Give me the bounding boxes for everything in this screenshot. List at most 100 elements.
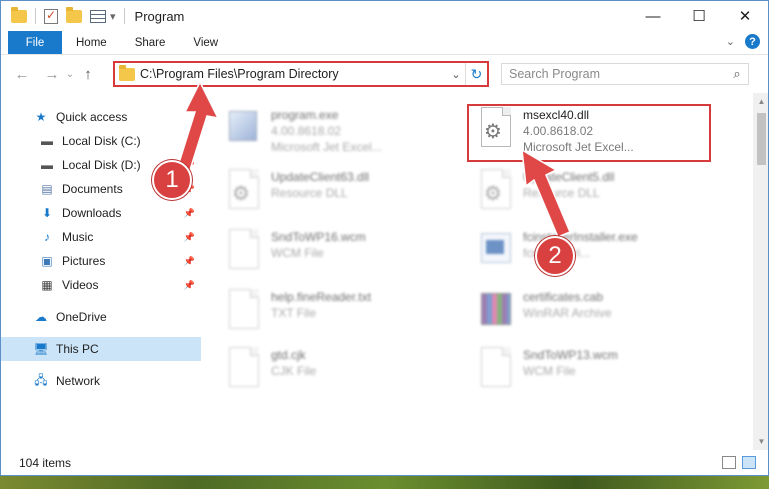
sidebar-item-pictures[interactable]: ▣ Pictures 📌 <box>1 249 201 273</box>
file-name: UpdateClient5.dll <box>523 170 615 184</box>
sidebar-item-network[interactable]: 🖧 Network <box>1 369 201 393</box>
refresh-icon[interactable]: ↻ <box>465 63 487 85</box>
expand-ribbon-icon[interactable]: ⌄ <box>726 35 735 48</box>
scroll-down-icon[interactable]: ▼ <box>753 437 768 446</box>
file-name: UpdateClient63.dll <box>271 170 370 184</box>
file-detail: Resource DLL <box>271 186 348 200</box>
network-icon: 🖧 <box>34 372 48 387</box>
navigation-pane: ★ Quick access ▬ Local Disk (C:) 📌 ▬ Loc… <box>1 93 201 450</box>
file-detail: Resource DLL <box>523 186 600 200</box>
pin-icon[interactable]: 📌 <box>184 280 195 291</box>
search-icon[interactable]: ⌕ <box>726 66 748 82</box>
up-arrow-icon[interactable]: ↑ <box>77 66 99 83</box>
address-path[interactable]: C:\Program Files\Program Directory <box>140 67 447 81</box>
file-item[interactable]: ⚙ UpdateClient5.dll Resource DLL <box>475 167 710 221</box>
file-name: program.exe <box>271 108 339 122</box>
sidebar-item-label: Network <box>56 374 101 388</box>
maximize-button[interactable]: ☐ <box>676 1 722 31</box>
scrollbar-thumb[interactable] <box>757 113 766 165</box>
target-file-highlight <box>467 104 711 162</box>
details-view-icon[interactable] <box>722 456 736 469</box>
search-box[interactable]: ⌕ <box>501 63 749 85</box>
sidebar-item-label: OneDrive <box>56 310 107 324</box>
sidebar-item-label: Pictures <box>62 254 106 268</box>
document-icon <box>475 345 515 391</box>
sidebar-item-onedrive[interactable]: ☁ OneDrive <box>1 305 201 329</box>
dll-gear-icon: ⚙ <box>223 167 263 213</box>
quick-access-toolbar: ▾ <box>1 6 129 24</box>
sidebar-item-local-disk-c[interactable]: ▬ Local Disk (C:) 📌 <box>1 129 201 153</box>
pin-icon[interactable]: 📌 <box>184 136 195 147</box>
file-item[interactable]: help.fineReader.txt TXT File <box>223 287 458 341</box>
view-options-icon[interactable] <box>90 9 106 23</box>
document-icon <box>223 345 263 391</box>
pin-icon[interactable]: 📌 <box>184 256 195 267</box>
recent-locations-chevron-icon[interactable]: ⌄ <box>63 69 77 80</box>
scroll-up-icon[interactable]: ▲ <box>753 97 768 106</box>
window-controls: — ☐ ✕ <box>630 1 768 31</box>
customize-toolbar-dropdown-icon[interactable]: ▾ <box>110 10 116 23</box>
sidebar-item-label: Local Disk (D:) <box>62 158 141 172</box>
tab-view[interactable]: View <box>179 31 232 54</box>
sidebar-item-label: This PC <box>56 342 99 356</box>
new-folder-icon[interactable] <box>66 6 82 23</box>
properties-check-icon[interactable] <box>44 8 58 24</box>
view-toggle <box>722 456 756 469</box>
cloud-icon: ☁ <box>35 310 47 324</box>
file-list-pane: program.exe 4.00.8618.02 Microsoft Jet E… <box>201 93 768 450</box>
folder-icon <box>11 6 27 23</box>
step-badge-2: 2 <box>535 236 575 276</box>
sidebar-item-label: Downloads <box>62 206 122 220</box>
file-item[interactable]: SndToWP13.wcm WCM File <box>475 345 710 399</box>
sidebar-item-downloads[interactable]: ⬇ Downloads 📌 <box>1 201 201 225</box>
drive-icon: ▬ <box>41 158 53 172</box>
sidebar-item-this-pc[interactable]: 🖥 This PC <box>1 337 201 361</box>
window-title: Program <box>134 8 185 24</box>
file-detail: WinRAR Archive <box>523 306 612 320</box>
pin-icon[interactable]: 📌 <box>184 232 195 243</box>
file-item[interactable]: SndToWP16.wcm WCM File <box>223 227 458 281</box>
sidebar-item-videos[interactable]: ▦ Videos 📌 <box>1 273 201 297</box>
sidebar-item-quick-access[interactable]: ★ Quick access <box>1 105 201 129</box>
file-item[interactable]: fcinstallerInstaller.exe fcreader tri... <box>475 227 710 281</box>
file-detail: TXT File <box>271 306 317 320</box>
sidebar-item-label: Local Disk (C:) <box>62 134 141 148</box>
close-button[interactable]: ✕ <box>722 1 768 31</box>
help-icon[interactable]: ? <box>745 34 760 49</box>
ribbon-tabs: File Home Share View ⌄ ? <box>1 31 768 55</box>
file-detail: WCM File <box>523 364 576 378</box>
pictures-icon: ▣ <box>41 254 53 268</box>
vertical-scrollbar[interactable]: ▲ ▼ <box>753 93 768 450</box>
pin-icon[interactable]: 📌 <box>184 208 195 219</box>
file-item[interactable]: ⚙ UpdateClient63.dll Resource DLL <box>223 167 458 221</box>
file-detail: Microsoft Jet Excel... <box>271 140 382 154</box>
ribbon-right-controls: ⌄ ? <box>726 34 760 49</box>
address-dropdown-icon[interactable]: ⌄ <box>447 68 465 81</box>
file-detail: 4.00.8618.02 <box>271 124 342 138</box>
music-icon: ♪ <box>44 230 50 244</box>
exe-icon <box>475 227 515 273</box>
star-icon: ★ <box>35 110 47 124</box>
sidebar-item-music[interactable]: ♪ Music 📌 <box>1 225 201 249</box>
forward-arrow-icon[interactable]: → <box>41 66 63 83</box>
tiles-view-icon[interactable] <box>742 456 756 469</box>
address-bar[interactable]: C:\Program Files\Program Directory ⌄ ↻ <box>113 61 489 87</box>
main-panes: ★ Quick access ▬ Local Disk (C:) 📌 ▬ Loc… <box>1 93 768 450</box>
item-count: 104 items <box>19 456 72 470</box>
file-item[interactable]: gtd.cjk CJK File <box>223 345 458 399</box>
back-arrow-icon[interactable]: ← <box>11 66 33 83</box>
sidebar-item-label: Videos <box>62 278 99 292</box>
file-name: help.fineReader.txt <box>271 290 372 304</box>
search-input[interactable] <box>509 67 726 81</box>
tab-home[interactable]: Home <box>62 31 121 54</box>
file-item[interactable]: certificates.cab WinRAR Archive <box>475 287 710 341</box>
explorer-window: ▾ Program — ☐ ✕ File Home Share View ⌄ ?… <box>0 0 769 476</box>
tab-share[interactable]: Share <box>121 31 180 54</box>
file-item[interactable]: program.exe 4.00.8618.02 Microsoft Jet E… <box>223 105 458 159</box>
videos-icon: ▦ <box>41 278 53 292</box>
file-detail: CJK File <box>271 364 317 378</box>
minimize-button[interactable]: — <box>630 1 676 31</box>
file-name: gtd.cjk <box>271 348 306 362</box>
divider <box>123 8 125 24</box>
tab-file[interactable]: File <box>8 31 62 54</box>
